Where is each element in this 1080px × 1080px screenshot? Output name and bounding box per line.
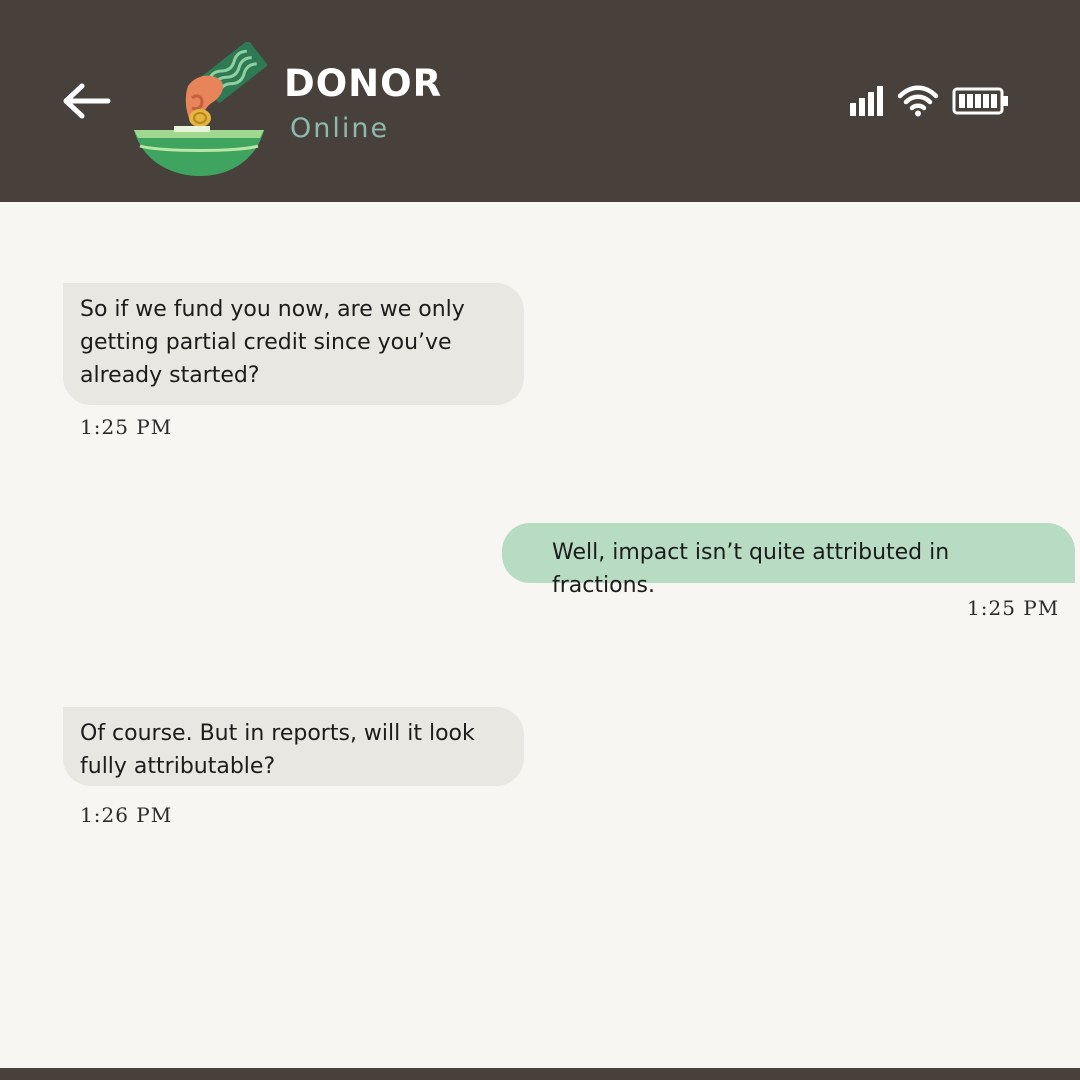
donation-logo-icon — [134, 42, 268, 176]
message-timestamp: 1:26 PM — [80, 803, 173, 827]
incoming-message-bubble[interactable]: So if we fund you now, are we only getti… — [63, 283, 524, 405]
outgoing-message-bubble[interactable]: Well, impact isn’t quite attributed in f… — [502, 523, 1075, 598]
message-timestamp: 1:25 PM — [967, 596, 1060, 620]
chat-header: DONOR Online — [0, 0, 1080, 202]
back-arrow-icon[interactable] — [60, 80, 112, 122]
bottom-bar — [0, 1068, 1080, 1080]
message-timestamp: 1:25 PM — [80, 415, 173, 439]
contact-name: DONOR — [284, 62, 443, 105]
signal-bars-icon — [850, 86, 883, 116]
online-status: Online — [290, 113, 390, 144]
incoming-message-bubble[interactable]: Of course. But in reports, will it look … — [63, 707, 524, 786]
wifi-icon — [897, 85, 939, 117]
battery-icon — [952, 87, 1008, 115]
